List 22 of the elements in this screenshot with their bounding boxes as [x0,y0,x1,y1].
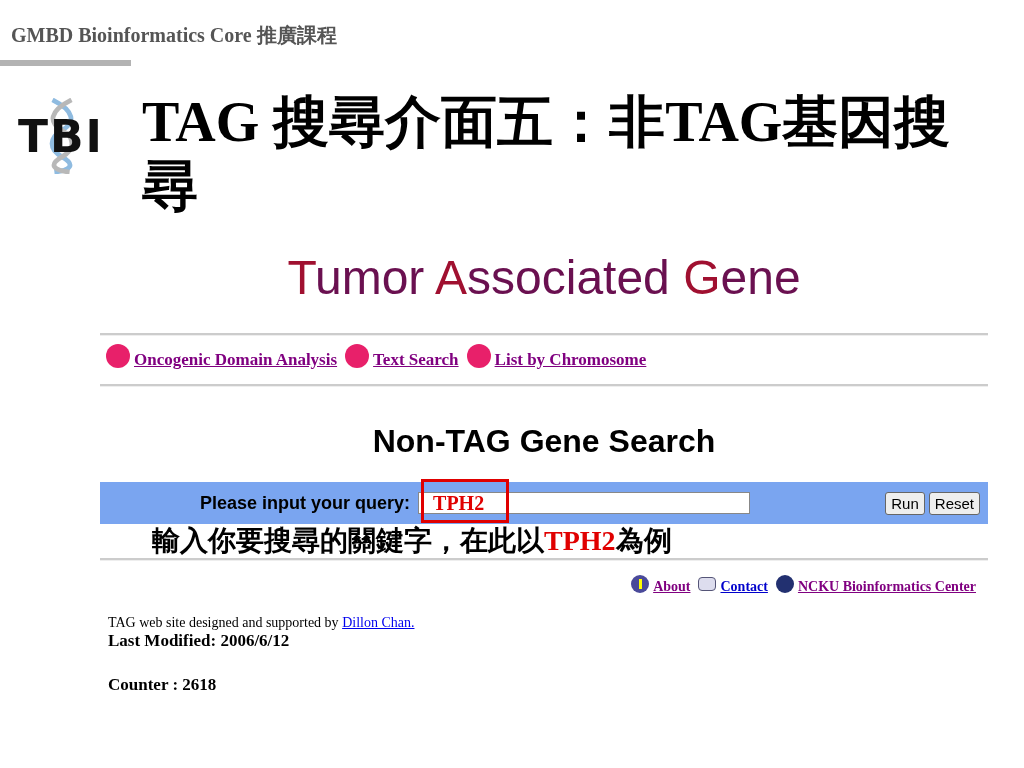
info-icon [631,575,650,593]
last-modified: Last Modified: 2006/6/12 [107,631,291,651]
visit-counter: Counter : 2618 [107,674,218,695]
nav-link[interactable]: Oncogenic Domain Analysis [134,350,338,370]
nav-link[interactable]: Text Search [373,350,459,370]
nav-link[interactable]: List by Chromosome [494,350,647,370]
annotation-text: 輸入你要搜尋的關鍵字，在此以TPH2為例 [151,524,673,558]
form-button[interactable]: Reset [928,491,980,515]
footer-link[interactable]: Contact [720,579,768,595]
author-link[interactable]: Dillon Chan. [342,615,415,630]
form-button[interactable]: Run [885,491,925,515]
query-input[interactable]: TPH2 [418,492,751,514]
page-heading: Non-TAG Gene Search [371,422,717,461]
footer-link[interactable]: NCKU Bioinformatics Center [797,579,976,595]
slide-title: TAG 搜尋介面五：非TAG基因搜尋 [142,90,952,218]
slide-header: GMBD Bioinformatics Core 推廣課程 [10,23,338,48]
credit-text: TAG web site designed and supported by [108,615,339,630]
footer-link[interactable]: About [653,579,691,595]
card-icon [698,577,717,591]
site-title: Tumor Associated Gene [286,250,802,306]
logo: TBI [12,98,110,174]
query-label: Please input your query: [200,492,411,514]
